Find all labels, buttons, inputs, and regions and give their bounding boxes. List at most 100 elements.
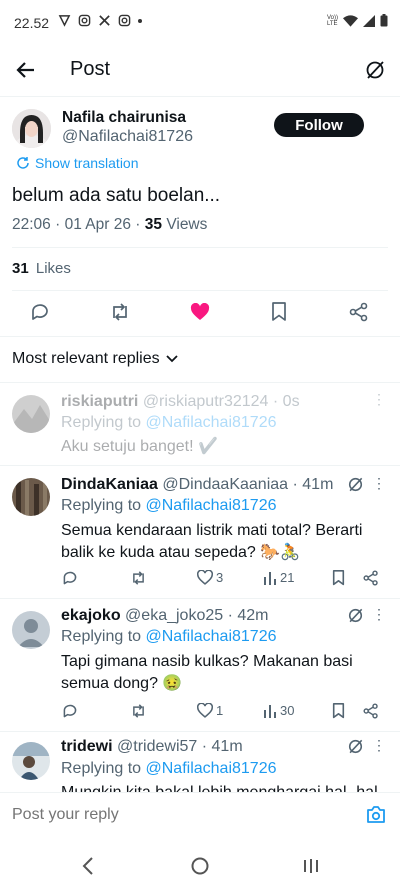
replies-sort-label: Most relevant replies bbox=[12, 350, 160, 367]
reply-item[interactable]: riskiaputri @riskiaputr32124 · 0s ⋮ Repl… bbox=[0, 383, 400, 465]
vpn-shield-icon bbox=[58, 15, 71, 27]
replying-to-handle[interactable]: @Nafilachai81726 bbox=[146, 414, 277, 431]
replying-prefix: Replying to bbox=[61, 414, 142, 431]
likes-label: Likes bbox=[35, 260, 71, 277]
reply-avatar[interactable] bbox=[12, 395, 50, 433]
share-icon[interactable] bbox=[349, 302, 369, 322]
reply-item[interactable]: tridewi @tridewi57 · 41m ⋮ Replying to @… bbox=[0, 732, 400, 792]
share-icon[interactable] bbox=[363, 703, 379, 719]
reply-icon[interactable] bbox=[62, 703, 78, 719]
status-bar: 22.52 Vo)) LTE bbox=[0, 0, 400, 44]
reply-header: ekajoko @eka_joko25 · 42m bbox=[61, 607, 269, 625]
views-bar-chart-icon bbox=[264, 571, 276, 585]
grok-icon[interactable] bbox=[364, 59, 386, 81]
nav-home-icon[interactable] bbox=[191, 857, 209, 875]
reply-icon[interactable] bbox=[62, 570, 78, 586]
post-author-handle[interactable]: @Nafilachai81726 bbox=[62, 128, 193, 146]
share-icon[interactable] bbox=[363, 570, 379, 586]
reply-time: · 41m bbox=[292, 476, 334, 493]
replying-to: Replying to @Nafilachai81726 bbox=[61, 497, 277, 515]
reply-header: tridewi @tridewi57 · 41m bbox=[61, 738, 243, 756]
reply-time: · 41m bbox=[201, 738, 243, 755]
like-icon-filled[interactable] bbox=[190, 303, 210, 321]
replying-prefix: Replying to bbox=[61, 628, 142, 645]
bookmark-icon[interactable] bbox=[271, 302, 287, 322]
like-count-button[interactable]: 1 bbox=[197, 703, 223, 718]
back-arrow-icon[interactable] bbox=[16, 60, 36, 80]
post-meta: 22:06 · 01 Apr 26 · 35 Views bbox=[12, 216, 207, 234]
follow-button[interactable]: Follow bbox=[274, 113, 364, 137]
volte-indicator: Vo)) LTE bbox=[326, 14, 338, 27]
replying-to-handle[interactable]: @Nafilachai81726 bbox=[146, 628, 277, 645]
views-count-button[interactable]: 21 bbox=[263, 570, 294, 585]
reply-icon[interactable] bbox=[30, 302, 50, 322]
show-translation-link[interactable]: Show translation bbox=[16, 155, 139, 171]
reply-header: DindaKaniaa @DindaaKaaniaa · 41m bbox=[61, 476, 333, 494]
reply-item[interactable]: DindaKaniaa @DindaaKaaniaa · 41m ⋮ Reply… bbox=[0, 466, 400, 598]
instagram-icon bbox=[78, 14, 91, 27]
reply-avatar[interactable] bbox=[12, 478, 50, 516]
replying-to: Replying to @Nafilachai81726 bbox=[61, 414, 277, 432]
replying-to-handle[interactable]: @Nafilachai81726 bbox=[146, 760, 277, 777]
more-notifications-dot bbox=[138, 18, 142, 23]
system-navigation-bar bbox=[0, 837, 400, 889]
divider bbox=[0, 336, 400, 337]
chevron-down-icon bbox=[165, 355, 178, 363]
reply-avatar-default[interactable] bbox=[12, 611, 50, 649]
nav-recents-icon[interactable] bbox=[303, 857, 319, 875]
reply-text-line-2: semua dong? 🤢 bbox=[61, 675, 183, 692]
reply-author-name[interactable]: ekajoko bbox=[61, 607, 121, 624]
repost-icon[interactable] bbox=[130, 570, 147, 586]
nav-back-icon[interactable] bbox=[82, 857, 94, 875]
replying-prefix: Replying to bbox=[61, 497, 142, 514]
reply-text-line-2: balik ke kuda atau sepeda? 🐎🚴 bbox=[61, 544, 301, 561]
divider bbox=[12, 247, 388, 248]
grok-icon[interactable] bbox=[347, 476, 364, 493]
bookmark-icon[interactable] bbox=[332, 570, 345, 586]
grok-icon[interactable] bbox=[347, 738, 364, 755]
more-options-icon[interactable]: ⋮ bbox=[372, 475, 386, 492]
post-author-avatar[interactable] bbox=[12, 109, 51, 148]
system-icons: Vo)) LTE bbox=[327, 14, 388, 27]
more-options-icon[interactable]: ⋮ bbox=[372, 606, 386, 623]
camera-icon[interactable] bbox=[366, 806, 386, 824]
post-author-name[interactable]: Nafila chairunisa bbox=[62, 109, 186, 127]
instagram-icon-2 bbox=[118, 14, 131, 27]
repost-icon[interactable] bbox=[130, 703, 147, 719]
status-time: 22.52 bbox=[14, 15, 50, 31]
repost-icon[interactable] bbox=[109, 302, 131, 322]
meta-separator-2: · bbox=[135, 216, 141, 233]
replies-sort-dropdown[interactable]: Most relevant replies bbox=[12, 350, 178, 368]
x-logo-icon bbox=[99, 15, 110, 26]
reply-author-handle[interactable]: @riskiaputr32124 bbox=[143, 393, 269, 410]
reply-author-handle[interactable]: @DindaaKaaniaa bbox=[162, 476, 288, 493]
replying-to: Replying to @Nafilachai81726 bbox=[61, 760, 277, 778]
like-count: 1 bbox=[216, 703, 224, 718]
reply-time: · 0s bbox=[272, 393, 300, 410]
replying-to-handle[interactable]: @Nafilachai81726 bbox=[146, 497, 277, 514]
more-options-icon[interactable]: ⋮ bbox=[372, 737, 386, 754]
reply-item[interactable]: ekajoko @eka_joko25 · 42m ⋮ Replying to … bbox=[0, 599, 400, 731]
reply-author-handle[interactable]: @eka_joko25 bbox=[125, 607, 223, 624]
replying-prefix: Replying to bbox=[61, 760, 142, 777]
reply-text: Aku setuju banget! ✔️ bbox=[61, 438, 218, 455]
reply-header: riskiaputri @riskiaputr32124 · 0s bbox=[61, 393, 300, 411]
views-count-button[interactable]: 30 bbox=[263, 703, 294, 718]
reply-author-name[interactable]: riskiaputri bbox=[61, 393, 138, 410]
reply-author-handle[interactable]: @tridewi57 bbox=[117, 738, 197, 755]
reply-input[interactable] bbox=[12, 803, 342, 827]
more-options-icon[interactable]: ⋮ bbox=[372, 391, 386, 408]
like-count-button[interactable]: 3 bbox=[197, 570, 223, 585]
reply-avatar[interactable] bbox=[12, 742, 50, 780]
wifi-icon bbox=[343, 14, 358, 27]
notification-icons bbox=[58, 14, 142, 27]
replying-to: Replying to @Nafilachai81726 bbox=[61, 628, 277, 646]
grok-icon[interactable] bbox=[347, 607, 364, 624]
like-icon bbox=[197, 570, 213, 585]
bookmark-icon[interactable] bbox=[332, 703, 345, 719]
reply-author-name[interactable]: tridewi bbox=[61, 738, 113, 755]
reply-author-name[interactable]: DindaKaniaa bbox=[61, 476, 158, 493]
views-count: 21 bbox=[280, 570, 295, 585]
meta-separator: · bbox=[55, 216, 61, 233]
likes-summary[interactable]: 31 Likes bbox=[12, 260, 71, 277]
